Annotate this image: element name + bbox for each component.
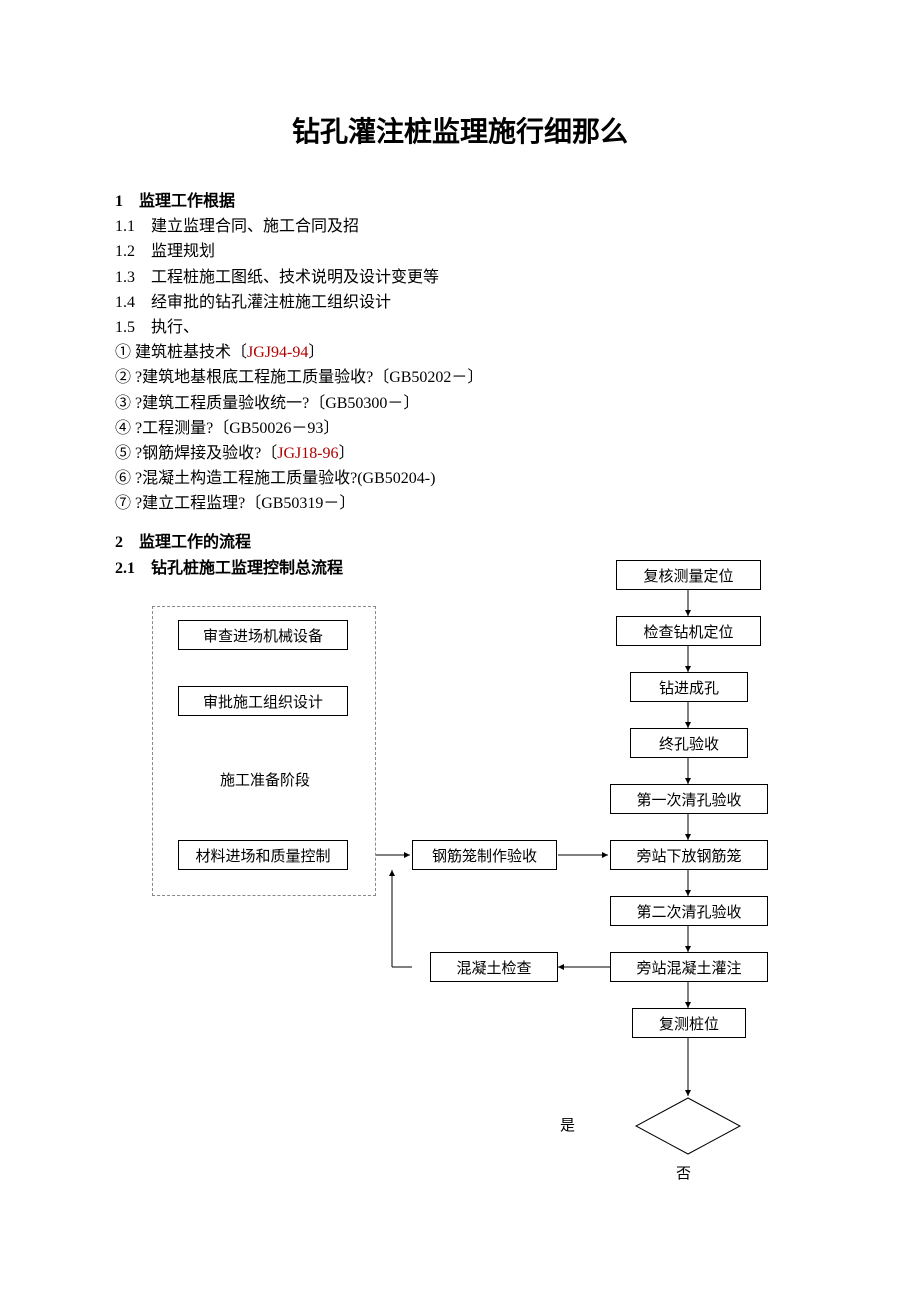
item-1-1: 1.1 建立监理合同、施工合同及招 <box>115 215 805 238</box>
box-recheck-pile: 复测桩位 <box>632 1008 746 1038</box>
box-lower-cage: 旁站下放钢筋笼 <box>610 840 768 870</box>
page-title: 钻孔灌注桩监理施行细那么 <box>115 110 805 150</box>
section1-head: 1 监理工作根据 <box>115 190 805 213</box>
item-1-4: 1.4 经审批的钻孔灌注桩施工组织设计 <box>115 291 805 314</box>
box-check-drill-pos: 检查钻机定位 <box>616 616 761 646</box>
spec-3: ③ ?建筑工程质量验收统一?〔GB50300－〕 <box>115 392 805 415</box>
spec-1-code: JGJ94-94 <box>247 344 308 361</box>
box-first-clean: 第一次清孔验收 <box>610 784 768 814</box>
box-material-control: 材料进场和质量控制 <box>178 840 348 870</box>
item-1-3: 1.3 工程桩施工图纸、技术说明及设计变更等 <box>115 266 805 289</box>
spec-1: ① 建筑桩基技术〔JGJ94-94〕 <box>115 341 805 364</box>
spec-5-c: 〕 <box>339 445 355 462</box>
item-1-2: 1.2 监理规划 <box>115 240 805 263</box>
spec-6: ⑥ ?混凝土构造工程施工质量验收?(GB50204-) <box>115 467 805 490</box>
section2-head: 2 监理工作的流程 <box>115 531 805 554</box>
item-1-5: 1.5 执行、 <box>115 316 805 339</box>
box-steel-cage-fab: 钢筋笼制作验收 <box>412 840 557 870</box>
connectors <box>0 554 920 1194</box>
spec-5-code: JGJ18-96 <box>277 445 338 462</box>
box-second-clean: 第二次清孔验收 <box>610 896 768 926</box>
spec-7: ⑦ ?建立工程监理?〔GB50319－〕 <box>115 492 805 515</box>
spec-5-a: ⑤ ?钢筋焊接及验收?〔 <box>115 445 277 462</box>
box-recheck-position: 复核测量定位 <box>616 560 761 590</box>
box-drilling: 钻进成孔 <box>630 672 748 702</box>
box-concrete-check: 混凝土检查 <box>430 952 558 982</box>
label-prep-stage: 施工准备阶段 <box>200 769 330 790</box>
label-no: 否 <box>676 1162 691 1183</box>
flowchart: 审查进场机械设备 审批施工组织设计 施工准备阶段 材料进场和质量控制 钢筋笼制作… <box>0 554 920 1194</box>
spec-4: ④ ?工程测量?〔GB50026－93〕 <box>115 417 805 440</box>
spec-5: ⑤ ?钢筋焊接及验收?〔JGJ18-96〕 <box>115 442 805 465</box>
box-review-equipment: 审查进场机械设备 <box>178 620 348 650</box>
box-final-hole: 终孔验收 <box>630 728 748 758</box>
label-yes: 是 <box>560 1114 575 1135</box>
spec-1-c: 〕 <box>308 344 324 361</box>
spec-1-a: ① 建筑桩基技术〔 <box>115 344 247 361</box>
box-concrete-pour: 旁站混凝土灌注 <box>610 952 768 982</box>
spec-2: ② ?建筑地基根底工程施工质量验收?〔GB50202－〕 <box>115 366 805 389</box>
box-review-design: 审批施工组织设计 <box>178 686 348 716</box>
